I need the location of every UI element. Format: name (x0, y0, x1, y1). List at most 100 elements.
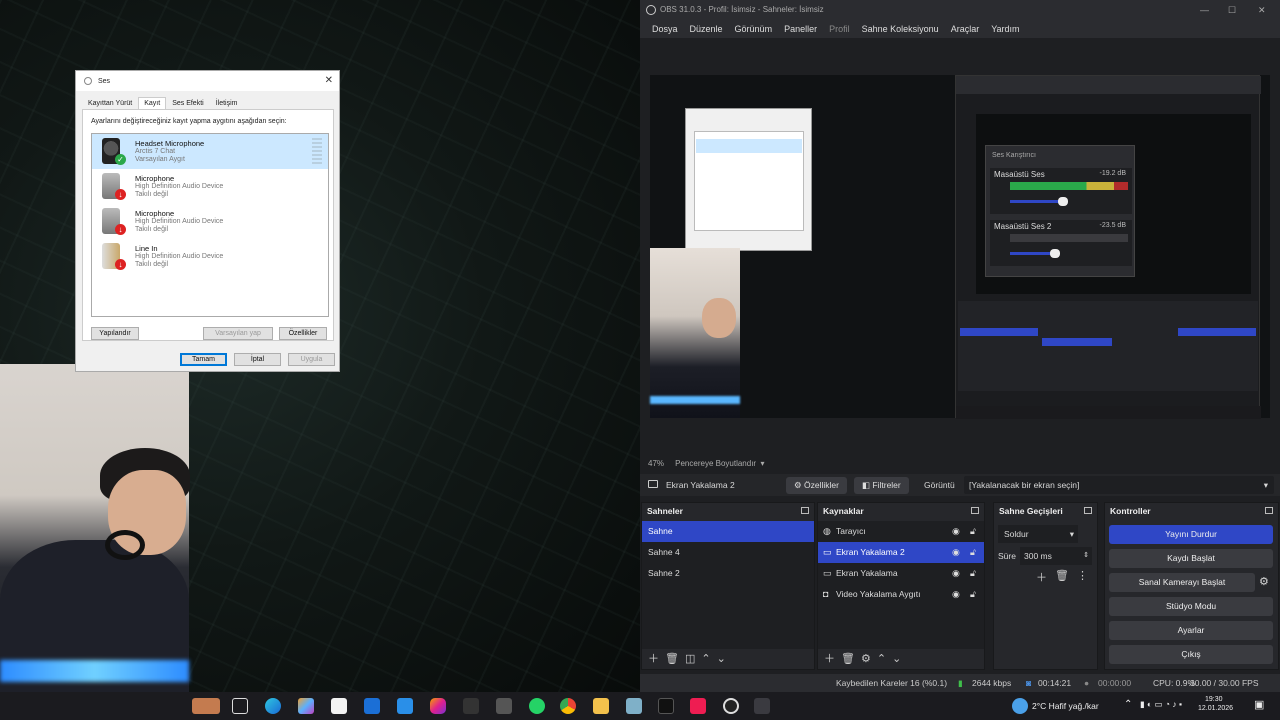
lock-icon[interactable]: 🔓︎ (970, 567, 980, 579)
source-item[interactable]: ▭ Ekran Yakalama ◉ 🔓︎ (818, 563, 984, 584)
filters-button[interactable]: ◧ Filtreler (854, 477, 909, 494)
app-icon[interactable] (754, 698, 770, 714)
instagram-icon[interactable] (430, 698, 446, 714)
menu-scene-collection[interactable]: Sahne Koleksiyonu (856, 20, 945, 38)
eye-icon[interactable]: ◉ (952, 546, 962, 558)
start-virtual-camera-button[interactable]: Sanal Kamerayı Başlat (1109, 573, 1255, 592)
add-icon[interactable]: ＋ (648, 651, 659, 667)
properties-button[interactable]: ⚙ Özellikler (786, 477, 847, 494)
menu-help[interactable]: Yardım (985, 20, 1025, 38)
device-driver: High Definition Audio Device (135, 253, 224, 260)
chevron-up-icon[interactable]: ⌃ (1124, 699, 1132, 710)
chevron-down-icon[interactable]: ▾ (758, 459, 765, 468)
notification-icon[interactable]: ▣ (1254, 698, 1264, 711)
start-recording-button[interactable]: Kaydı Başlat (1109, 549, 1273, 568)
app-icon[interactable] (626, 698, 642, 714)
device-item-microphone-1[interactable]: ↓ Microphone High Definition Audio Devic… (92, 169, 328, 204)
gear-icon[interactable]: ⚙ (1259, 573, 1269, 592)
app-icon[interactable] (397, 698, 413, 714)
trash-icon[interactable]: 🗑 (1055, 569, 1069, 585)
bitrate: 2644 kbps (972, 678, 1012, 688)
transition-select[interactable]: Soldur ▾ (998, 525, 1078, 543)
app-icon[interactable] (496, 698, 512, 714)
copilot-icon[interactable] (298, 698, 314, 714)
clock-time[interactable]: 19:30 (1205, 696, 1223, 703)
tiktok-icon[interactable] (658, 698, 674, 714)
trash-icon[interactable]: 🗑 (841, 651, 855, 667)
stop-streaming-button[interactable]: Yayını Durdur (1109, 525, 1273, 544)
edge-icon[interactable] (265, 698, 281, 714)
device-item-line-in[interactable]: ↓ Line In High Definition Audio Device T… (92, 239, 328, 274)
popout-icon[interactable] (1265, 507, 1273, 514)
popout-icon[interactable] (1084, 507, 1092, 514)
obs-icon[interactable] (723, 698, 739, 714)
set-default-button[interactable]: Varsayılan yap (203, 327, 273, 340)
exit-button[interactable]: Çıkış (1109, 645, 1273, 664)
webcam-keyboard-light (0, 660, 189, 682)
chevron-down-icon[interactable]: ⌄ (892, 651, 901, 667)
mail-icon[interactable] (364, 698, 380, 714)
mixer-slider-1[interactable] (1058, 197, 1068, 206)
store-icon[interactable] (331, 698, 347, 714)
scene-item[interactable]: Sahne 4 (642, 542, 814, 563)
lock-icon[interactable]: 🔓︎ (970, 546, 980, 558)
close-icon[interactable]: ✕ (1258, 0, 1266, 20)
source-item[interactable]: ◘ Video Yakalama Aygıtı ◉ 🔓︎ (818, 584, 984, 605)
apply-button[interactable]: Uygula (288, 353, 335, 366)
menu-view[interactable]: Görünüm (729, 20, 779, 38)
app-icon[interactable] (463, 698, 479, 714)
cancel-button[interactable]: İptal (234, 353, 281, 366)
maximize-icon[interactable]: ☐ (1228, 0, 1236, 20)
menu-profile[interactable]: Profil (823, 20, 856, 38)
folder-icon[interactable] (593, 698, 609, 714)
duration-input[interactable]: 300 ms ⇕ (1020, 547, 1092, 565)
filter-icon[interactable]: ◫ (685, 651, 695, 667)
minimize-icon[interactable]: — (1200, 0, 1209, 20)
configure-button[interactable]: Yapılandır (91, 327, 139, 340)
stepper-icon[interactable]: ⇕ (1083, 547, 1089, 565)
device-item-headset[interactable]: ✓ Headset Microphone Arctis 7 Chat Varsa… (92, 134, 328, 169)
source-item[interactable]: ▭ Ekran Yakalama 2 ◉ 🔓︎ (818, 542, 984, 563)
mixer-slider-2[interactable] (1050, 249, 1060, 258)
device-item-microphone-2[interactable]: ↓ Microphone High Definition Audio Devic… (92, 204, 328, 239)
eye-icon[interactable]: ◉ (952, 525, 962, 537)
menu-tools[interactable]: Araçlar (945, 20, 986, 38)
display-select[interactable]: [Yakalanacak bir ekran seçin] ▾ (964, 476, 1274, 494)
chevron-up-icon[interactable]: ⌃ (701, 651, 710, 667)
popout-icon[interactable] (801, 507, 809, 514)
whatsapp-icon[interactable] (529, 698, 545, 714)
system-tray-icons[interactable]: ▮ ◐ ▭ ◔ ♪ ▪ (1140, 699, 1182, 710)
chevron-up-icon[interactable]: ⌃ (877, 651, 886, 667)
lock-icon[interactable]: 🔓︎ (970, 588, 980, 600)
source-item[interactable]: ◍ Tarayıcı ◉ 🔓︎ (818, 521, 984, 542)
gear-icon[interactable]: ⚙ (861, 651, 871, 667)
menu-docks[interactable]: Paneller (778, 20, 823, 38)
menu-file[interactable]: Dosya (646, 20, 684, 38)
taskbar-thumbnail-icon[interactable] (192, 698, 220, 714)
add-icon[interactable]: ＋ (1036, 569, 1047, 585)
popout-icon[interactable] (971, 507, 979, 514)
trash-icon[interactable]: 🗑 (665, 651, 679, 667)
lock-icon[interactable]: 🔓︎ (970, 525, 980, 537)
task-view-icon[interactable] (232, 698, 248, 714)
add-icon[interactable]: ＋ (824, 651, 835, 667)
eye-icon[interactable]: ◉ (952, 567, 962, 579)
obs-preview[interactable]: Ses Karıştırıcı Masaüstü Ses -19.2 dB Ma… (650, 75, 1270, 419)
ok-button[interactable]: Tamam (180, 353, 227, 366)
chevron-down-icon[interactable]: ⌄ (717, 651, 726, 667)
menu-edit[interactable]: Düzenle (684, 20, 729, 38)
tiktok-studio-icon[interactable] (690, 698, 706, 714)
close-icon[interactable]: ✕ (325, 75, 333, 86)
clock-date[interactable]: 12.01.2026 (1198, 705, 1233, 712)
scene-item[interactable]: Sahne (642, 521, 814, 542)
weather-text[interactable]: 2°C Hafif yağ./kar (1032, 701, 1099, 711)
eye-icon[interactable]: ◉ (952, 588, 962, 600)
more-icon[interactable]: ⋮ (1077, 569, 1088, 585)
scene-item[interactable]: Sahne 2 (642, 563, 814, 584)
chrome-icon[interactable] (560, 698, 576, 714)
properties-button[interactable]: Özellikler (279, 327, 327, 340)
studio-mode-button[interactable]: Stüdyo Modu (1109, 597, 1273, 616)
settings-button[interactable]: Ayarlar (1109, 621, 1273, 640)
zoom-mode[interactable]: Pencereye Boyutlandır (675, 459, 756, 468)
monitor-icon (648, 480, 658, 488)
